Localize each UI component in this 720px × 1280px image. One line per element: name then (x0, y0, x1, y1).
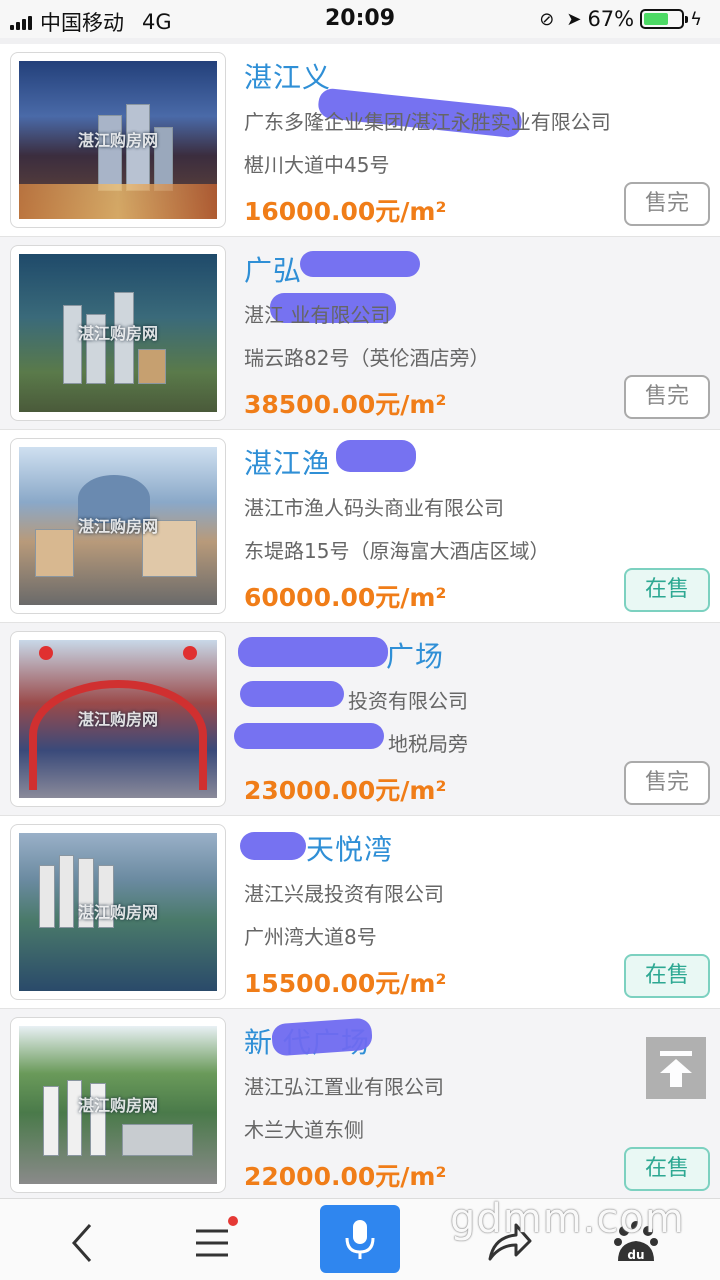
redaction-mark (238, 637, 388, 667)
listing-address: 地税局旁 (388, 732, 468, 756)
redaction-mark (234, 723, 384, 749)
site-watermark: gdmm.com (450, 1196, 685, 1242)
listing-list: 湛江购房网 湛江义 广东多隆企业集团/湛江永胜实业有限公司 椹川大道中45号 1… (0, 44, 720, 1198)
menu-icon (196, 1216, 238, 1257)
listing-card[interactable]: 湛江购房网 湛江渔 湛江市渔人码头商业有限公司 东堤路15号（原海富大酒店区域）… (0, 430, 720, 623)
listing-company: 投资有限公司 (348, 689, 468, 713)
listing-card[interactable]: 湛江购房网 天悦湾 湛江兴晟投资有限公司 广州湾大道8号 15500.00元/m… (0, 816, 720, 1009)
listing-card[interactable]: 湛江购房网 新 代广场 湛江弘江置业有限公司 木兰大道东侧 22000.00元/… (0, 1009, 720, 1198)
redaction-mark (300, 251, 420, 277)
listing-price: 23000.00元/m² (244, 776, 447, 805)
listing-card[interactable]: 湛江购房网 广弘 湛江 业有限公司 瑞云路82号（英伦酒店旁） 38500.00… (0, 237, 720, 430)
listing-thumbnail[interactable]: 湛江购房网 (10, 1017, 226, 1193)
listing-card[interactable]: 湛江购房网 广场 投资有限公司 地税局旁 23000.00元/m² 售完 (0, 623, 720, 816)
back-to-top-icon (660, 1051, 692, 1056)
image-watermark: 湛江购房网 (77, 903, 158, 923)
battery-percent: 67% (587, 7, 635, 31)
status-badge[interactable]: 在售 (624, 568, 710, 612)
voice-search-button[interactable] (320, 1205, 400, 1273)
listing-price: 15500.00元/m² (244, 969, 447, 998)
image-watermark: 湛江购房网 (77, 1096, 158, 1116)
redaction-mark (240, 681, 344, 707)
listing-name[interactable]: 广弘 (244, 249, 302, 289)
rotation-lock-icon: ⊘ (539, 8, 555, 30)
microphone-icon (345, 1220, 375, 1259)
listing-price: 16000.00元/m² (244, 197, 447, 226)
status-badge[interactable]: 在售 (624, 1147, 710, 1191)
battery-icon (640, 9, 689, 29)
svg-text:du: du (627, 1248, 644, 1262)
back-to-top-button[interactable] (646, 1037, 706, 1099)
listing-thumbnail[interactable]: 湛江购房网 (10, 631, 226, 807)
listing-card[interactable]: 湛江购房网 湛江义 广东多隆企业集团/湛江永胜实业有限公司 椹川大道中45号 1… (0, 44, 720, 237)
listing-address: 东堤路15号（原海富大酒店区域） (244, 539, 550, 563)
location-arrow-icon: ➤ (566, 8, 582, 30)
listing-company: 湛江市渔人码头商业有限公司 (244, 496, 504, 520)
menu-button[interactable] (172, 1209, 252, 1273)
status-badge[interactable]: 售完 (624, 182, 710, 226)
listing-company: 湛江弘江置业有限公司 (244, 1075, 444, 1099)
back-icon (71, 1224, 92, 1262)
status-right: ⊘ ➤ 67% ϟ (533, 7, 708, 31)
redaction-mark (336, 440, 416, 472)
listing-address: 瑞云路82号（英伦酒店旁） (244, 346, 490, 370)
status-badge[interactable]: 在售 (624, 954, 710, 998)
image-watermark: 湛江购房网 (77, 131, 158, 151)
listing-address: 木兰大道东侧 (244, 1118, 364, 1142)
listing-company: 湛江兴晟投资有限公司 (244, 882, 444, 906)
listing-thumbnail[interactable]: 湛江购房网 (10, 52, 226, 228)
listing-name[interactable]: 湛江渔 (244, 442, 331, 482)
image-watermark: 湛江购房网 (77, 324, 158, 344)
listing-price: 60000.00元/m² (244, 583, 447, 612)
listing-thumbnail[interactable]: 湛江购房网 (10, 245, 226, 421)
status-bar: 中国移动 4G 20:09 ⊘ ➤ 67% ϟ (0, 0, 720, 38)
listing-name[interactable]: 广场 (386, 635, 444, 675)
image-watermark: 湛江购房网 (77, 517, 158, 537)
back-button[interactable] (44, 1209, 124, 1273)
listing-price: 38500.00元/m² (244, 390, 447, 419)
status-badge[interactable]: 售完 (624, 761, 710, 805)
notification-dot-icon (228, 1216, 238, 1226)
listing-thumbnail[interactable]: 湛江购房网 (10, 438, 226, 614)
listing-price: 22000.00元/m² (244, 1162, 447, 1191)
status-badge[interactable]: 售完 (624, 375, 710, 419)
listing-thumbnail[interactable]: 湛江购房网 (10, 824, 226, 1000)
listing-address: 广州湾大道8号 (244, 925, 377, 949)
redaction-mark (240, 832, 306, 860)
charging-icon: ϟ (690, 8, 702, 30)
image-watermark: 湛江购房网 (77, 710, 158, 730)
listing-company: 广东多隆企业集团/湛江永胜实业有限公司 (244, 110, 611, 134)
listing-name[interactable]: 天悦湾 (306, 828, 393, 868)
listing-address: 椹川大道中45号 (244, 153, 390, 177)
listing-name[interactable]: 湛江义 (244, 56, 331, 96)
listing-company: 湛江 业有限公司 (244, 303, 391, 327)
